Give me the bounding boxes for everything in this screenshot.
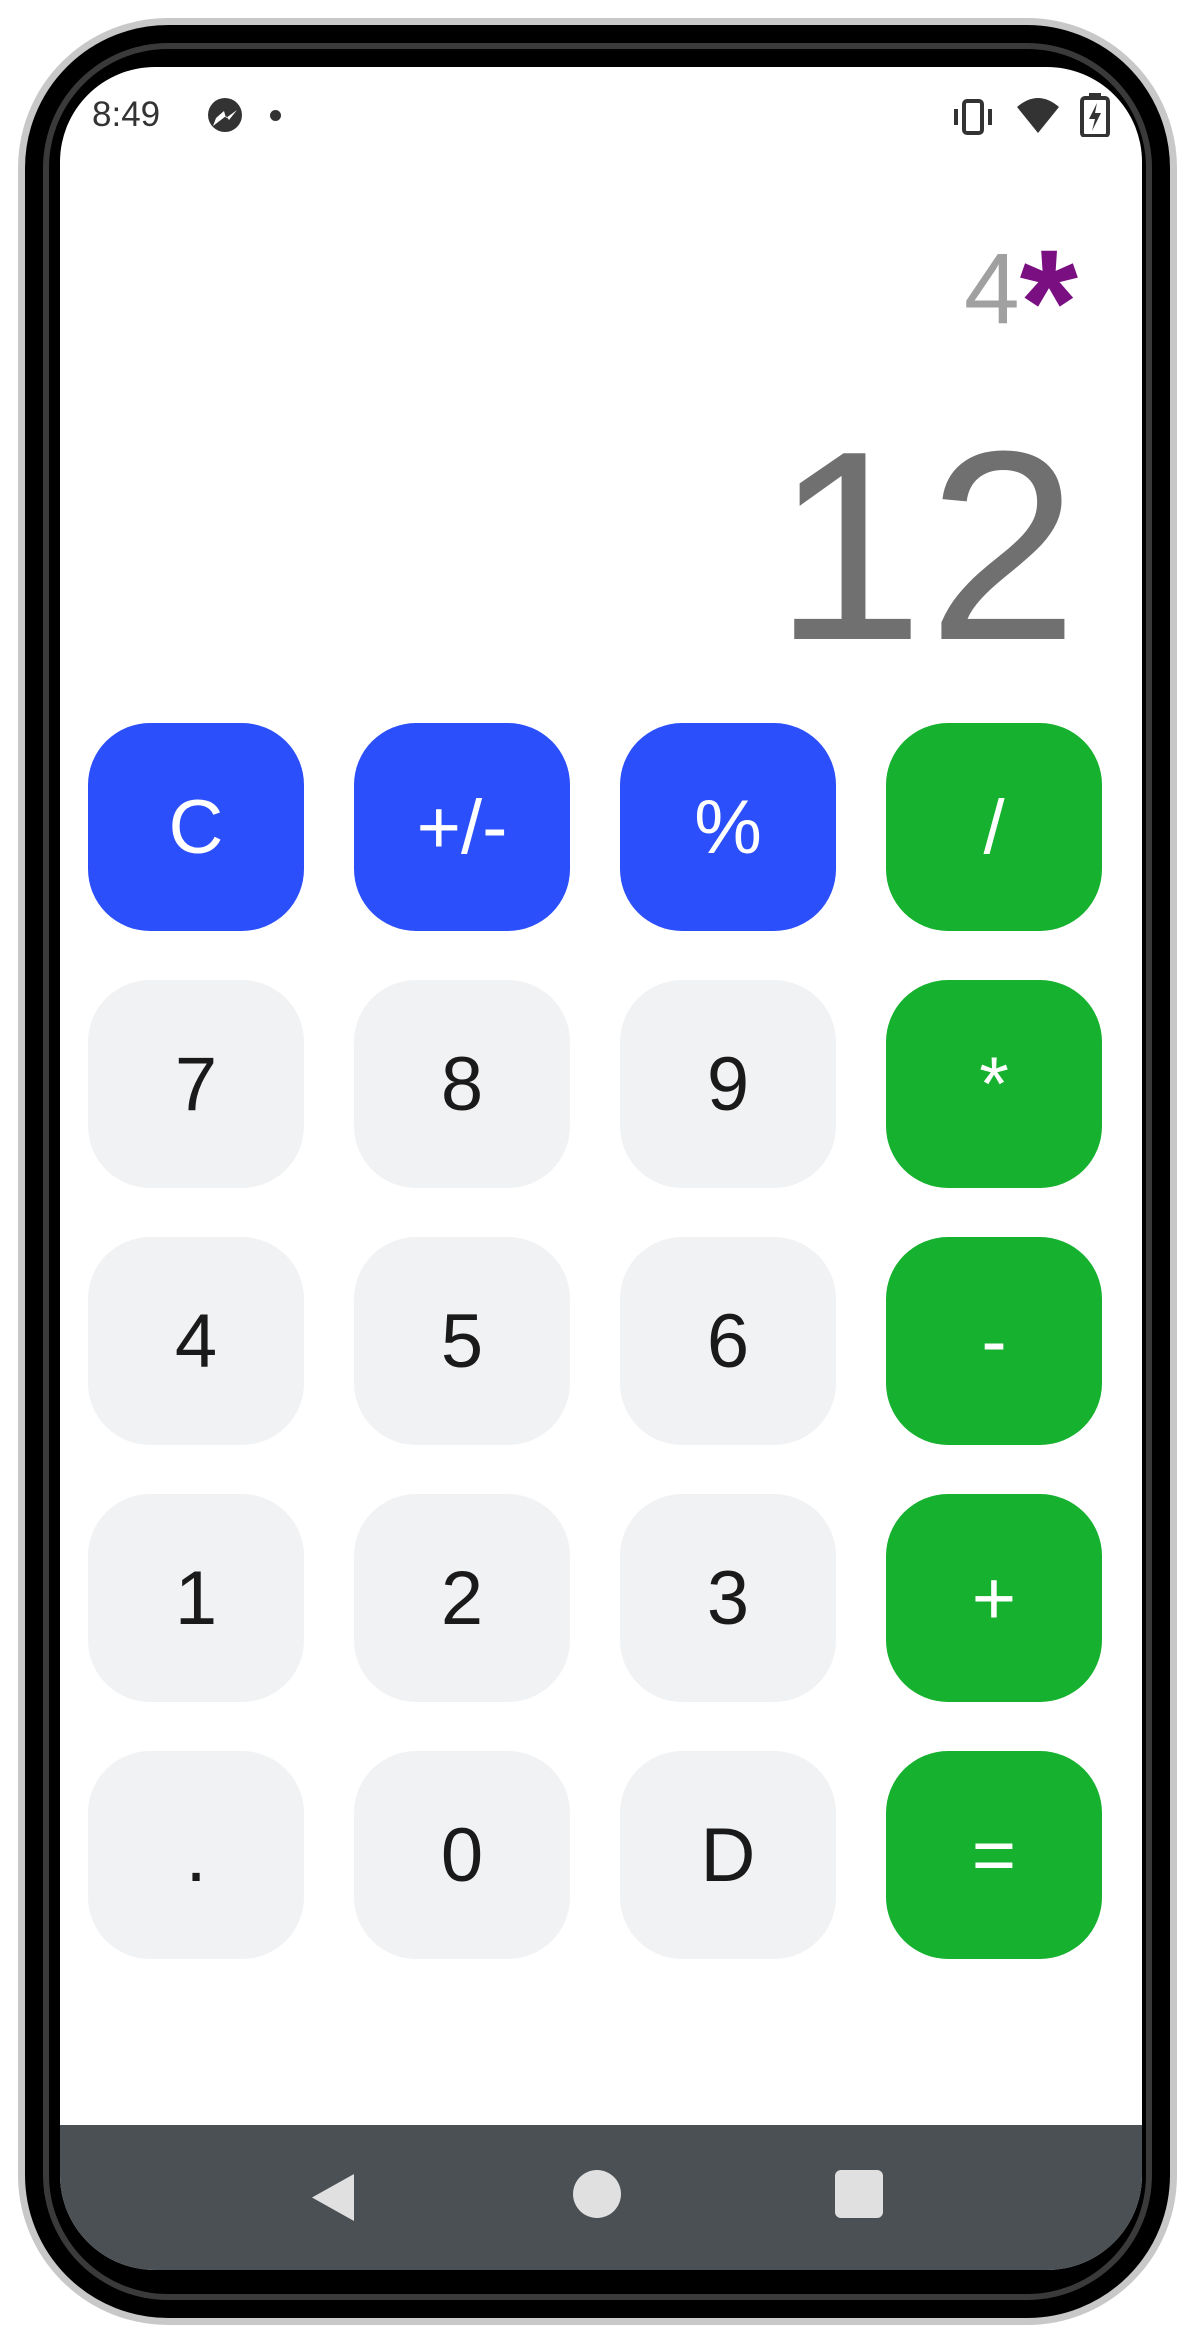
phone-screen: 8:49 4* 12 C +/- % / 7 8 9 * 4 5 6 - 1 2… (60, 67, 1142, 2270)
digit-2-button[interactable]: 2 (354, 1494, 570, 1702)
percent-button[interactable]: % (620, 723, 836, 931)
expression-display: 4* (60, 197, 1078, 377)
digit-3-button[interactable]: 3 (620, 1494, 836, 1702)
digit-1-button[interactable]: 1 (88, 1494, 304, 1702)
messenger-icon (208, 98, 242, 132)
status-time: 8:49 (92, 95, 161, 134)
back-icon[interactable] (308, 2170, 358, 2225)
clear-button[interactable]: C (88, 723, 304, 931)
wifi-icon (1017, 98, 1059, 133)
digit-7-button[interactable]: 7 (88, 980, 304, 1188)
digit-6-button[interactable]: 6 (620, 1237, 836, 1445)
home-icon[interactable] (573, 2170, 621, 2218)
divide-button[interactable]: / (886, 723, 1102, 931)
subtract-button[interactable]: - (886, 1237, 1102, 1445)
recents-icon[interactable] (835, 2170, 883, 2218)
dot-icon (270, 110, 281, 121)
status-bar: 8:49 (60, 67, 1142, 162)
equals-button[interactable]: = (886, 1751, 1102, 1959)
battery-charging-icon (1080, 93, 1110, 137)
expression-number: 4 (964, 233, 1020, 345)
vibrate-icon (954, 99, 992, 135)
digit-0-button[interactable]: 0 (354, 1751, 570, 1959)
add-button[interactable]: + (886, 1494, 1102, 1702)
sign-toggle-button[interactable]: +/- (354, 723, 570, 931)
digit-9-button[interactable]: 9 (620, 980, 836, 1188)
digit-5-button[interactable]: 5 (354, 1237, 570, 1445)
delete-button[interactable]: D (620, 1751, 836, 1959)
result-display: 12 (773, 396, 1082, 697)
expression-operator: * (1019, 218, 1078, 386)
digit-4-button[interactable]: 4 (88, 1237, 304, 1445)
digit-8-button[interactable]: 8 (354, 980, 570, 1188)
decimal-button[interactable]: . (88, 1751, 304, 1959)
navigation-bar (60, 2125, 1142, 2270)
multiply-button[interactable]: * (886, 980, 1102, 1188)
